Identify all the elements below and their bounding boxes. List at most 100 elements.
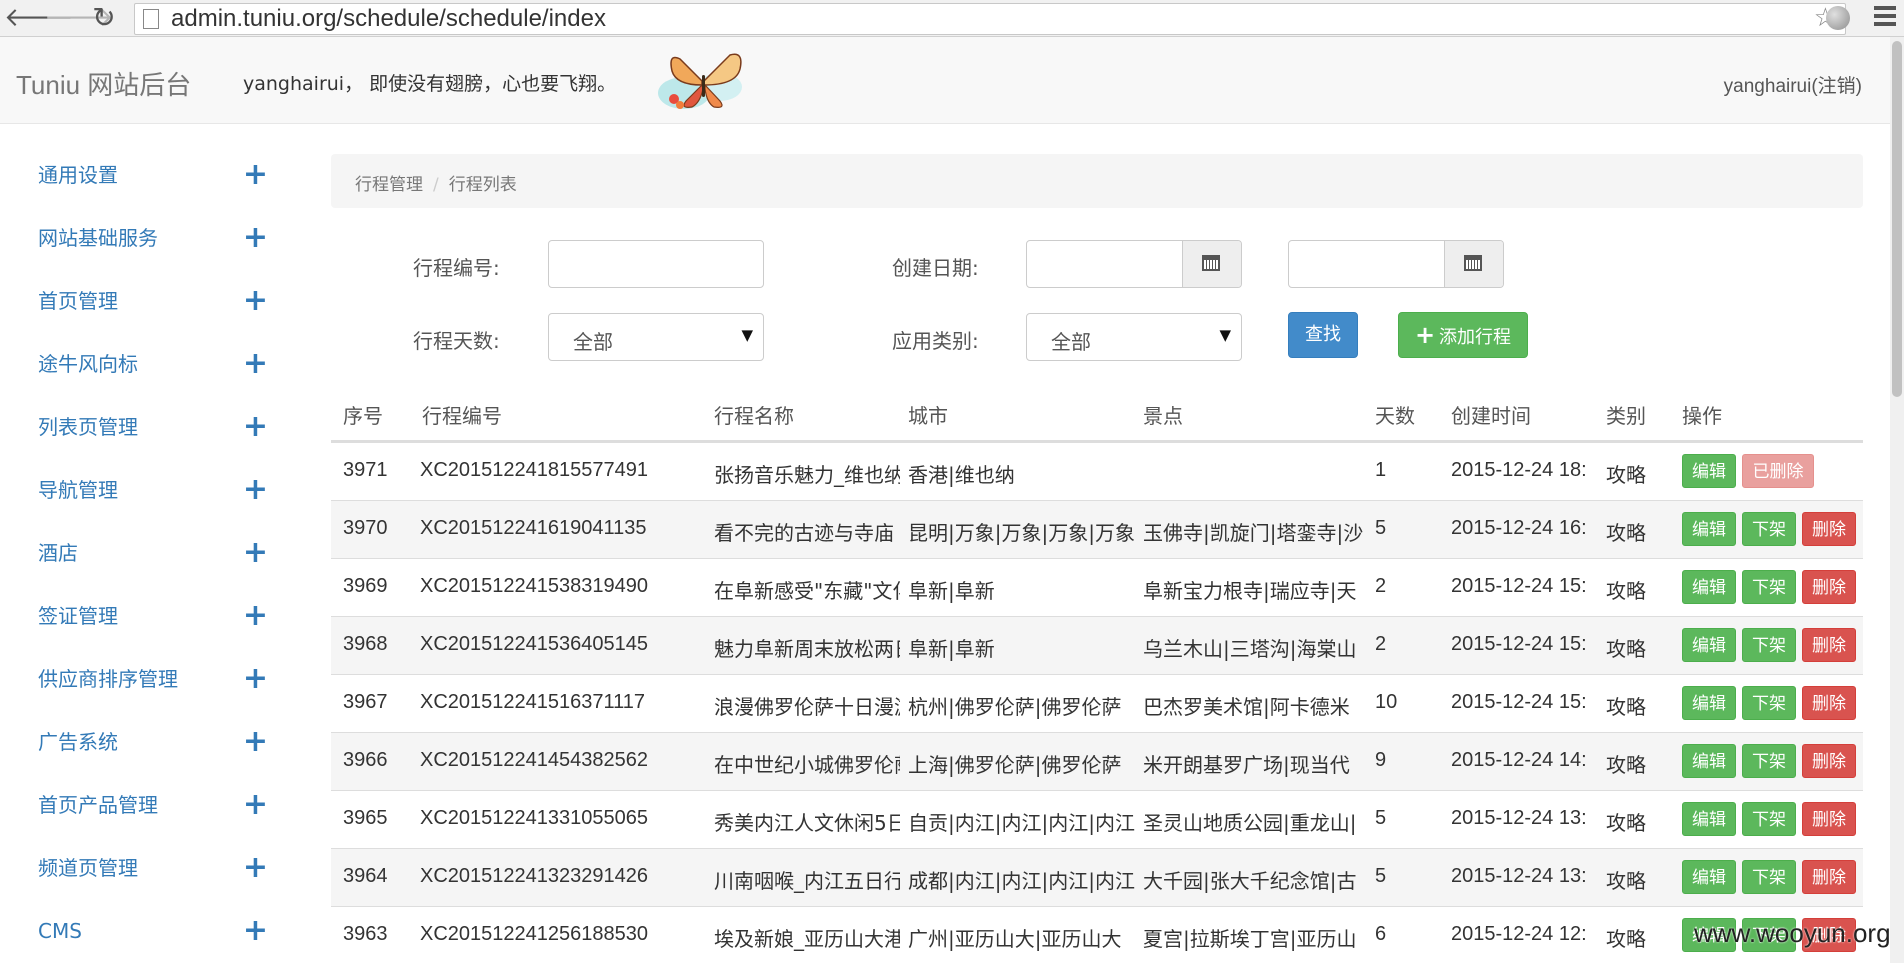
schedule-no-input[interactable] <box>548 240 764 288</box>
sidebar-item-tuniu-vane[interactable]: 途牛风向标 + <box>38 344 268 384</box>
plus-icon[interactable]: + <box>243 790 268 820</box>
sidebar-item-label[interactable]: 导航管理 <box>38 478 118 502</box>
delete-button[interactable]: 删除 <box>1802 570 1856 604</box>
plus-icon[interactable]: + <box>243 916 268 946</box>
sidebar-item-ad-system[interactable]: 广告系统 + <box>38 722 268 762</box>
page-scrollbar[interactable] <box>1890 37 1904 963</box>
offshelf-button[interactable]: 下架 <box>1742 512 1796 546</box>
plus-icon[interactable]: + <box>243 853 268 883</box>
edit-button[interactable]: 编辑 <box>1682 744 1736 778</box>
plus-icon[interactable]: + <box>243 160 268 190</box>
sidebar-item-general-settings[interactable]: 通用设置 + <box>38 155 268 195</box>
offshelf-button[interactable]: 下架 <box>1742 802 1796 836</box>
edit-button[interactable]: 编辑 <box>1682 512 1736 546</box>
cell-created: 2015-12-24 15: <box>1451 575 1587 597</box>
sidebar-item-supplier-sort[interactable]: 供应商排序管理 + <box>38 659 268 699</box>
edit-button[interactable]: 编辑 <box>1682 570 1736 604</box>
cell-code: XC201512241619041135 <box>420 517 647 539</box>
caret-down-icon: ▼ <box>1219 326 1231 344</box>
sidebar-item-label[interactable]: 列表页管理 <box>38 415 138 439</box>
sidebar-item-label[interactable]: CMS <box>38 919 82 943</box>
offshelf-button[interactable]: 下架 <box>1742 570 1796 604</box>
sidebar-item-label[interactable]: 酒店 <box>38 541 78 565</box>
browser-menu-icon[interactable] <box>1874 6 1896 30</box>
cell-name: 张扬音乐魅力_维也纳 <box>714 463 900 487</box>
sidebar-item-label[interactable]: 途牛风向标 <box>38 352 138 376</box>
category-select[interactable]: 全部 ▼ <box>1026 313 1242 361</box>
sidebar-item-homepage-products[interactable]: 首页产品管理 + <box>38 785 268 825</box>
sidebar-item-visa[interactable]: 签证管理 + <box>38 596 268 636</box>
sidebar-item-label[interactable]: 供应商排序管理 <box>38 667 178 691</box>
cell-city: 阜新|阜新 <box>908 579 995 603</box>
table-row: 3966 XC201512241454382562 在中世纪小城佛罗伦萨 上海|… <box>331 732 1863 790</box>
table-header: 序号 行程编号 行程名称 城市 景点 天数 创建时间 类别 操作 <box>331 388 1863 442</box>
offshelf-button[interactable]: 下架 <box>1742 628 1796 662</box>
plus-icon[interactable]: + <box>243 223 268 253</box>
sidebar-item-site-basic-services[interactable]: 网站基础服务 + <box>38 218 268 258</box>
add-schedule-button[interactable]: + 添加行程 <box>1398 312 1528 358</box>
sidebar-item-hotel[interactable]: 酒店 + <box>38 533 268 573</box>
plus-icon[interactable]: + <box>243 601 268 631</box>
sidebar-item-label[interactable]: 首页管理 <box>38 289 118 313</box>
cell-days: 5 <box>1375 517 1387 539</box>
extension-globe-icon[interactable] <box>1826 6 1850 30</box>
date-from-calendar-button[interactable] <box>1182 241 1241 287</box>
edit-button[interactable]: 编辑 <box>1682 454 1736 488</box>
sidebar-item-list-page[interactable]: 列表页管理 + <box>38 407 268 447</box>
delete-button[interactable]: 删除 <box>1802 628 1856 662</box>
offshelf-button[interactable]: 下架 <box>1742 686 1796 720</box>
date-to-calendar-button[interactable] <box>1444 241 1503 287</box>
edit-button[interactable]: 编辑 <box>1682 860 1736 894</box>
url-text[interactable]: admin.tuniu.org/schedule/schedule/index <box>171 6 606 32</box>
plus-icon[interactable]: + <box>243 664 268 694</box>
date-from-field[interactable] <box>1026 240 1242 288</box>
edit-button[interactable]: 编辑 <box>1682 628 1736 662</box>
cell-name: 在阜新感受"东藏"文化 <box>714 579 900 603</box>
delete-button[interactable]: 删除 <box>1802 802 1856 836</box>
address-bar[interactable]: admin.tuniu.org/schedule/schedule/index … <box>134 3 1846 35</box>
plus-icon[interactable]: + <box>243 349 268 379</box>
sidebar-item-label[interactable]: 首页产品管理 <box>38 793 158 817</box>
sidebar-item-label[interactable]: 网站基础服务 <box>38 226 158 250</box>
plus-icon[interactable]: + <box>243 475 268 505</box>
add-schedule-label: 添加行程 <box>1439 327 1512 348</box>
plus-icon[interactable]: + <box>243 727 268 757</box>
header-city: 城市 <box>908 404 948 428</box>
offshelf-button[interactable]: 下架 <box>1742 860 1796 894</box>
cell-days: 9 <box>1375 749 1387 771</box>
user-logout-link[interactable]: yanghairui(注销) <box>1724 71 1862 98</box>
table-row: 3963 XC201512241256188530 埃及新娘_亚历山大港 广州|… <box>331 906 1863 964</box>
sidebar-item-navigation[interactable]: 导航管理 + <box>38 470 268 510</box>
forward-arrow-icon[interactable]: 🡒 <box>44 2 114 34</box>
cell-code: XC201512241323291426 <box>420 865 648 887</box>
cell-code: XC201512241536405145 <box>420 633 648 655</box>
cell-name: 魅力阜新周末放松两日 <box>714 637 900 661</box>
search-button[interactable]: 查找 <box>1288 312 1358 358</box>
days-select[interactable]: 全部 ▼ <box>548 313 764 361</box>
reload-icon[interactable]: ↻ <box>88 2 120 34</box>
breadcrumb-parent[interactable]: 行程管理 <box>355 175 423 195</box>
edit-button[interactable]: 编辑 <box>1682 686 1736 720</box>
delete-button[interactable]: 删除 <box>1802 860 1856 894</box>
back-arrow-icon[interactable]: 🡐 <box>4 2 74 34</box>
sidebar-item-label[interactable]: 通用设置 <box>38 163 118 187</box>
sidebar-item-homepage[interactable]: 首页管理 + <box>38 281 268 321</box>
edit-button[interactable]: 编辑 <box>1682 802 1736 836</box>
offshelf-button[interactable]: 下架 <box>1742 744 1796 778</box>
sidebar-item-label[interactable]: 频道页管理 <box>38 856 138 880</box>
deleted-button[interactable]: 已删除 <box>1742 454 1814 488</box>
delete-button[interactable]: 删除 <box>1802 686 1856 720</box>
calendar-icon <box>1202 255 1220 271</box>
plus-icon[interactable]: + <box>243 412 268 442</box>
plus-icon[interactable]: + <box>243 538 268 568</box>
plus-icon[interactable]: + <box>243 286 268 316</box>
scrollbar-thumb[interactable] <box>1892 41 1902 397</box>
sidebar-item-label[interactable]: 广告系统 <box>38 730 118 754</box>
brand-title[interactable]: Tuniu 网站后台 <box>16 65 191 102</box>
date-to-field[interactable] <box>1288 240 1504 288</box>
sidebar-item-cms[interactable]: CMS + <box>38 911 268 951</box>
delete-button[interactable]: 删除 <box>1802 512 1856 546</box>
sidebar-item-channel-page[interactable]: 频道页管理 + <box>38 848 268 888</box>
delete-button[interactable]: 删除 <box>1802 744 1856 778</box>
sidebar-item-label[interactable]: 签证管理 <box>38 604 118 628</box>
